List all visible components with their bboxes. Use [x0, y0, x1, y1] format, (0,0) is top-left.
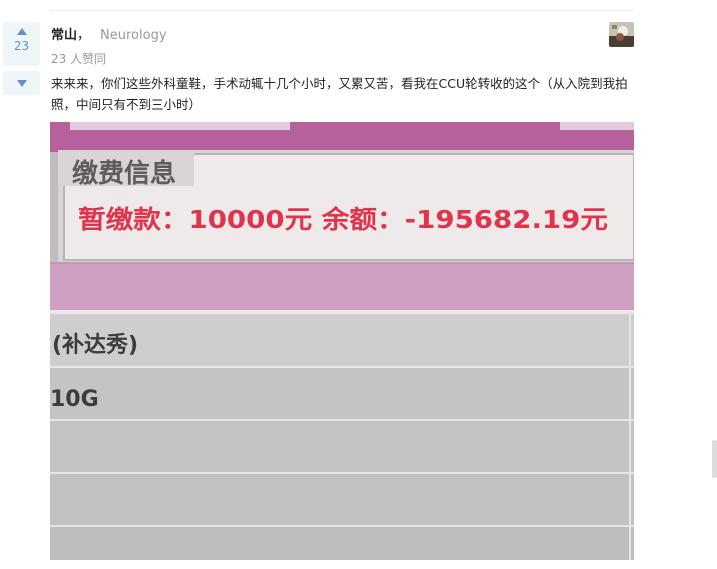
author-bio: Neurology — [100, 28, 167, 43]
upvote-arrow-icon — [16, 28, 27, 35]
avatar[interactable] — [609, 22, 634, 47]
scrollbar-thumb[interactable] — [712, 440, 717, 478]
author-name[interactable]: 常山 — [51, 28, 77, 43]
answer-photo[interactable]: 缴费信息 暂缴款：10000元 余额：-195682.19元 (补达秀) 10G — [50, 122, 634, 560]
vote-count: 23 — [13, 39, 30, 53]
votes-summary[interactable]: 23 人赞同 — [51, 51, 106, 67]
author-separator: ， — [77, 28, 91, 43]
author-line: 常山， Neurology — [51, 27, 167, 45]
upvote-button[interactable]: 23 — [3, 22, 40, 66]
payment-amount-line: 暂缴款：10000元 余额：-195682.19元 — [78, 205, 608, 234]
top-divider — [50, 10, 634, 11]
answer-body: 来来来，你们这些外科童鞋，手术动辄十几个小时，又累又苦，看我在CCU轮转收的这个… — [51, 76, 628, 112]
photo-row-1: (补达秀) — [52, 333, 138, 358]
photo-row-2: 10G — [50, 387, 99, 412]
vote-widget: 23 — [3, 22, 40, 95]
payment-panel-title: 缴费信息 — [72, 158, 176, 189]
downvote-arrow-icon — [16, 79, 27, 87]
downvote-button[interactable] — [3, 71, 40, 95]
